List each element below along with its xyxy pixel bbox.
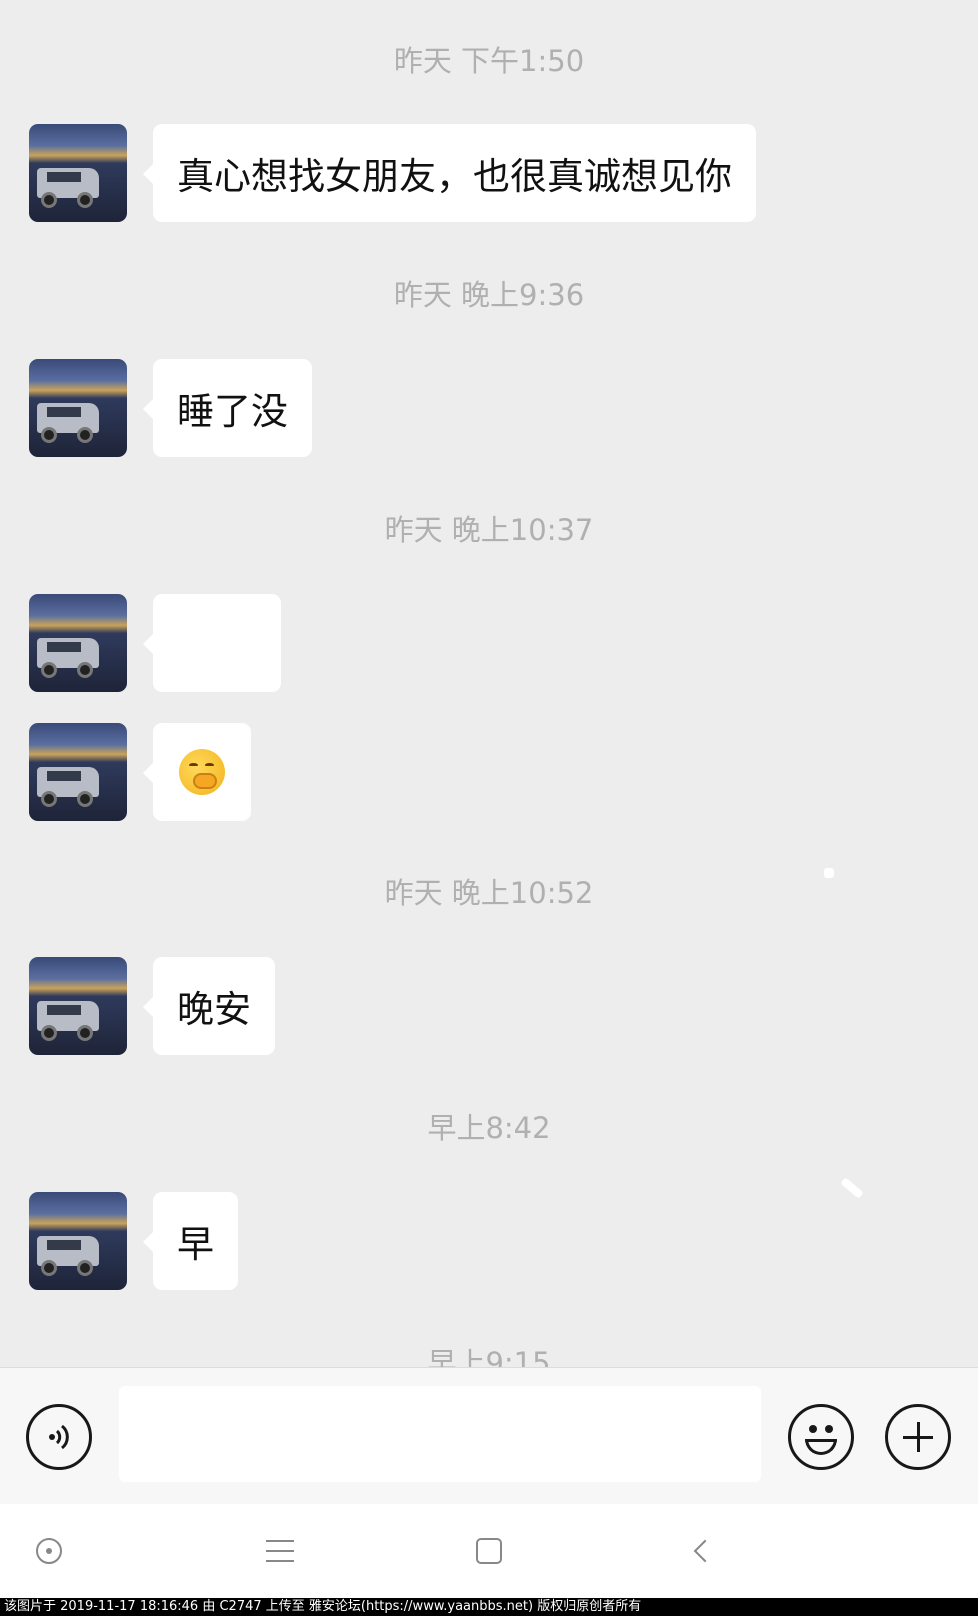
message-text: 睡了没 bbox=[177, 390, 288, 433]
avatar[interactable] bbox=[29, 124, 127, 222]
screen-speck bbox=[840, 1177, 864, 1199]
message-bubble[interactable]: 睡了没 bbox=[143, 359, 312, 457]
voice-button[interactable] bbox=[26, 1404, 92, 1470]
avatar[interactable] bbox=[29, 359, 127, 457]
timestamp: 昨天 晚上9:36 bbox=[393, 278, 585, 312]
back-icon bbox=[693, 1539, 717, 1563]
avatar[interactable] bbox=[29, 1192, 127, 1290]
timestamp: 早上8:42 bbox=[427, 1111, 551, 1145]
system-nav-bar bbox=[0, 1504, 978, 1598]
message-bubble[interactable]: 早 bbox=[143, 1192, 238, 1290]
menu-button[interactable] bbox=[255, 1526, 305, 1576]
avatar[interactable] bbox=[29, 594, 127, 692]
home-button[interactable] bbox=[464, 1526, 514, 1576]
avatar[interactable] bbox=[29, 723, 127, 821]
voice-icon bbox=[49, 1424, 69, 1450]
emoji-button[interactable] bbox=[788, 1404, 854, 1470]
message-bubble[interactable]: 晚安 bbox=[143, 957, 275, 1055]
recents-square-icon bbox=[476, 1538, 502, 1564]
timestamp: 昨天 晚上10:37 bbox=[384, 513, 594, 547]
more-button[interactable] bbox=[885, 1404, 951, 1470]
message-input[interactable] bbox=[119, 1386, 761, 1482]
menu-icon bbox=[266, 1540, 294, 1562]
timestamp: 昨天 下午1:50 bbox=[393, 44, 585, 78]
message-bubble[interactable] bbox=[143, 594, 281, 692]
message-text: 早 bbox=[177, 1223, 214, 1266]
home-dot-icon bbox=[36, 1538, 62, 1564]
timestamp: 早上9:15 bbox=[427, 1346, 551, 1367]
message-text: 晚安 bbox=[177, 988, 251, 1031]
upload-watermark: 该图片于 2019-11-17 18:16:46 由 C2747 上传至 雅安论… bbox=[0, 1598, 978, 1616]
message-bubble[interactable] bbox=[143, 723, 251, 821]
chat-input-bar bbox=[0, 1367, 978, 1504]
back-button[interactable] bbox=[676, 1526, 726, 1576]
chat-message-list[interactable]: 昨天 下午1:50 真心想找女朋友，也很真诚想见你 昨天 晚上9:36 睡了没 … bbox=[0, 0, 978, 1367]
timestamp: 昨天 晚上10:52 bbox=[384, 876, 594, 910]
message-text: 真心想找女朋友，也很真诚想见你 bbox=[177, 155, 732, 198]
hand-over-mouth-emoji-icon bbox=[179, 749, 225, 795]
message-bubble[interactable]: 真心想找女朋友，也很真诚想见你 bbox=[143, 124, 756, 222]
avatar[interactable] bbox=[29, 957, 127, 1055]
assistant-button[interactable] bbox=[24, 1526, 74, 1576]
